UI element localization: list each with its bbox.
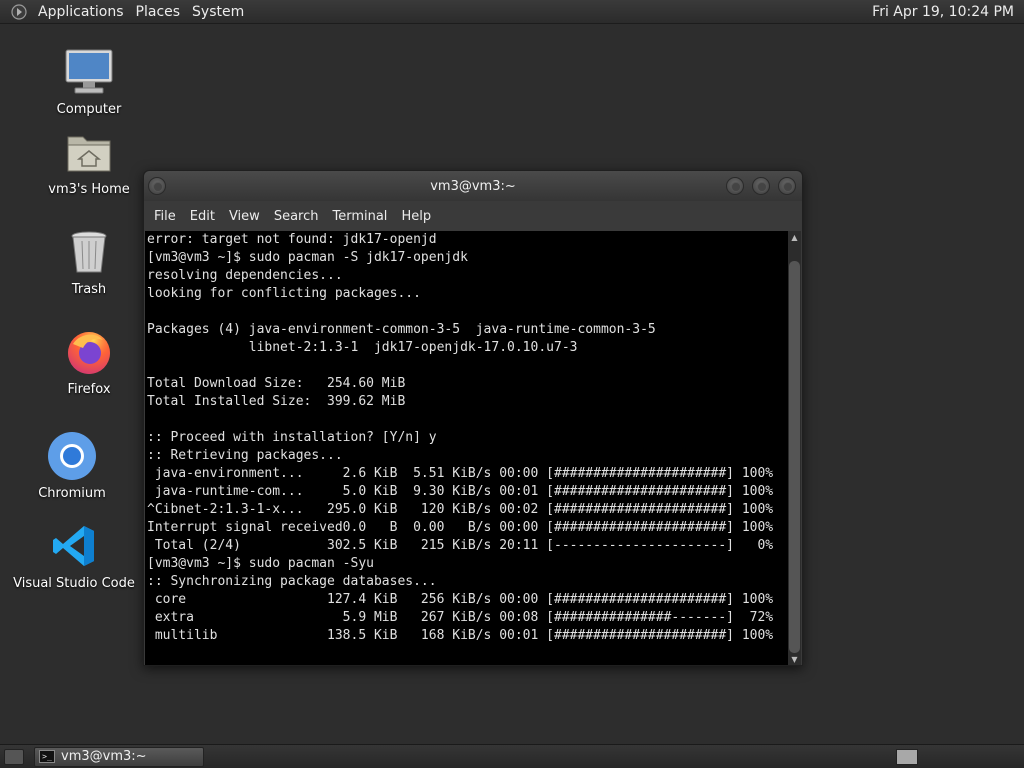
terminal-line: Packages (4) java-environment-common-3-5… [147, 322, 656, 337]
bottom-panel: >_ vm3@vm3:~ [0, 744, 1024, 768]
terminal-line: extra 5.9 MiB 267 KiB/s 00:08 [#########… [147, 610, 774, 625]
workspace-switcher[interactable] [896, 749, 918, 765]
desktop-icon-label: vm3's Home [48, 182, 130, 197]
terminal-line: [vm3@vm3 ~]$ sudo pacman -S jdk17-openjd… [147, 250, 468, 265]
terminal-window: vm3@vm3:~ File Edit View Search Terminal… [143, 170, 803, 666]
terminal-line: ^Cibnet-2:1.3-1-x... 295.0 KiB 120 KiB/s… [147, 502, 774, 517]
terminal-scrollbar[interactable]: ▲ ▼ [788, 231, 801, 665]
desktop-icon-label: Computer [56, 102, 122, 117]
clock[interactable]: Fri Apr 19, 10:24 PM [866, 0, 1020, 24]
terminal-output[interactable]: error: target not found: jdk17-openjd [v… [145, 231, 789, 665]
system-menu[interactable]: System [186, 4, 250, 20]
menu-file[interactable]: File [147, 209, 183, 224]
firefox-icon [61, 324, 117, 380]
maximize-button[interactable] [752, 177, 770, 195]
terminal-line: resolving dependencies... [147, 268, 343, 283]
gnome-foot-icon[interactable] [10, 3, 28, 21]
terminal-line: :: Synchronizing package databases... [147, 574, 437, 589]
terminal-line: Total (2/4) 302.5 KiB 215 KiB/s 20:11 [-… [147, 538, 774, 553]
taskbar-button-label: vm3@vm3:~ [61, 749, 147, 764]
desktop-icon-label: Chromium [38, 486, 106, 501]
scroll-down-arrow-icon[interactable]: ▼ [788, 653, 801, 665]
terminal-line: multilib 138.5 KiB 168 KiB/s 00:01 [####… [147, 628, 774, 643]
menu-search[interactable]: Search [267, 209, 326, 224]
computer-icon [61, 44, 117, 100]
window-title: vm3@vm3:~ [430, 178, 516, 194]
taskbar-terminal-button[interactable]: >_ vm3@vm3:~ [34, 746, 204, 767]
terminal-line: Interrupt signal received0.0 B 0.00 B/s … [147, 520, 774, 535]
menu-view[interactable]: View [222, 209, 267, 224]
terminal-menu-bar: File Edit View Search Terminal Help [144, 201, 802, 231]
desktop-icon-label: Trash [71, 282, 107, 297]
desktop-icon-firefox[interactable]: Firefox [24, 324, 154, 397]
close-button[interactable] [778, 177, 796, 195]
desktop-icon-label: Visual Studio Code [13, 576, 135, 591]
desktop-icon-trash[interactable]: Trash [24, 224, 154, 297]
terminal-line: looking for conflicting packages... [147, 286, 421, 301]
terminal-line: :: Proceed with installation? [Y/n] y [147, 430, 437, 445]
trash-icon [61, 224, 117, 280]
title-bar[interactable]: vm3@vm3:~ [144, 171, 802, 201]
vscode-icon [46, 518, 102, 574]
applications-menu[interactable]: Applications [32, 4, 130, 20]
terminal-line: libnet-2:1.3-1 jdk17-openjdk-17.0.10.u7-… [147, 340, 578, 355]
places-menu[interactable]: Places [130, 4, 187, 20]
desktop-icon-chromium[interactable]: Chromium [7, 428, 137, 501]
show-desktop-icon[interactable] [4, 748, 24, 765]
terminal-icon: >_ [39, 750, 55, 763]
scrollbar-thumb[interactable] [789, 261, 800, 653]
desktop-icon-label: Firefox [67, 382, 111, 397]
terminal-line: Total Download Size: 254.60 MiB [147, 376, 406, 391]
scroll-up-arrow-icon[interactable]: ▲ [788, 231, 801, 243]
terminal-line: error: target not found: jdk17-openjd [147, 232, 437, 247]
menu-terminal[interactable]: Terminal [325, 209, 394, 224]
desktop-icon-computer[interactable]: Computer [24, 44, 154, 117]
menu-edit[interactable]: Edit [183, 209, 222, 224]
terminal-line: java-environment... 2.6 KiB 5.51 KiB/s 0… [147, 466, 774, 481]
desktop-icon-vscode[interactable]: Visual Studio Code [9, 518, 139, 591]
terminal-line: :: Retrieving packages... [147, 448, 343, 463]
top-panel: Applications Places System Fri Apr 19, 1… [0, 0, 1024, 24]
menu-help[interactable]: Help [394, 209, 438, 224]
home-folder-icon [61, 124, 117, 180]
terminal-line: Total Installed Size: 399.62 MiB [147, 394, 406, 409]
chromium-icon [44, 428, 100, 484]
desktop-icon-home[interactable]: vm3's Home [24, 124, 154, 197]
terminal-line: java-runtime-com... 5.0 KiB 9.30 KiB/s 0… [147, 484, 774, 499]
window-menu-button[interactable] [148, 177, 166, 195]
terminal-line: core 127.4 KiB 256 KiB/s 00:00 [########… [147, 592, 774, 607]
minimize-button[interactable] [726, 177, 744, 195]
terminal-line: [vm3@vm3 ~]$ sudo pacman -Syu [147, 556, 374, 571]
